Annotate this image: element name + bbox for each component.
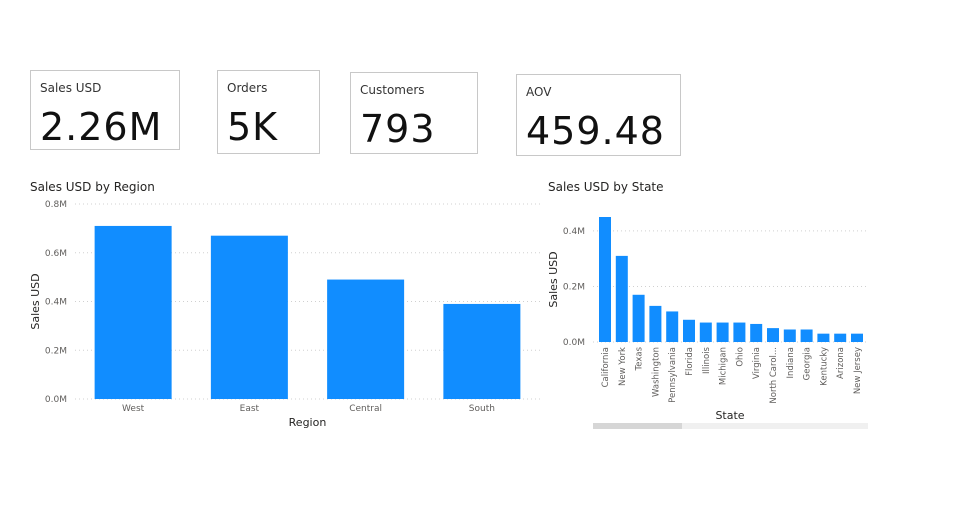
x-tick-label: New York: [618, 347, 628, 386]
bar: [94, 225, 172, 399]
kpi-value: 5K: [227, 105, 279, 149]
kpi-value: 2.26M: [40, 105, 163, 149]
y-axis-title: Sales USD: [547, 251, 560, 307]
y-tick-label: 0.0M: [45, 395, 67, 405]
y-tick-label: 0.4M: [45, 298, 67, 308]
x-tick-label: Virginia: [752, 347, 762, 379]
bar: [327, 279, 405, 399]
x-tick-label: Pennsylvania: [668, 347, 678, 403]
state-chart-title: Sales USD by State: [548, 180, 664, 194]
kpi-card-orders[interactable]: Orders 5K: [217, 70, 320, 154]
state-bar-chart[interactable]: 0.0M 0.2M 0.4M California New York Texas Washi…: [543, 195, 873, 440]
x-tick-label: North Carol...: [769, 347, 779, 404]
region-chart-title: Sales USD by Region: [30, 180, 155, 194]
y-tick-label: 0.6M: [45, 249, 67, 259]
x-tick-label: West: [122, 404, 145, 414]
kpi-card-sales[interactable]: Sales USD 2.26M: [30, 70, 180, 150]
bar: [716, 322, 729, 342]
bar: [750, 323, 763, 342]
y-axis-title: Sales USD: [29, 273, 42, 329]
bar: [800, 329, 813, 342]
x-tick-label: Florida: [685, 347, 695, 376]
bar: [443, 303, 521, 399]
x-axis-title: Region: [289, 416, 327, 429]
x-tick-label: Washington: [651, 347, 661, 397]
x-tick-label: New Jersey: [853, 347, 863, 394]
x-tick-label: Kentucky: [819, 347, 829, 386]
bar: [649, 305, 662, 342]
bar: [699, 322, 712, 342]
kpi-value: 459.48: [526, 109, 665, 153]
bar: [210, 235, 288, 399]
kpi-label: AOV: [526, 85, 552, 99]
bar: [632, 294, 645, 342]
x-tick-label: Arizona: [836, 347, 846, 379]
bar: [666, 311, 679, 342]
y-tick-label: 0.0M: [563, 338, 585, 348]
x-tick-label: Indiana: [786, 347, 796, 378]
bar: [783, 329, 796, 342]
scrollbar-thumb[interactable]: [593, 423, 682, 429]
bar: [733, 322, 746, 342]
x-tick-label: Texas: [635, 346, 645, 371]
kpi-value: 793: [360, 107, 436, 151]
y-tick-label: 0.2M: [45, 346, 67, 356]
x-tick-label: Illinois: [702, 346, 712, 374]
bar: [767, 328, 779, 342]
bar: [599, 217, 611, 342]
x-tick-label: South: [469, 404, 495, 414]
y-tick-label: 0.2M: [563, 282, 585, 292]
region-bar-chart[interactable]: 0.0M 0.2M 0.4M 0.6M 0.8M West East Central South…: [25, 195, 545, 455]
y-tick-label: 0.8M: [45, 200, 67, 210]
x-axis-title: State: [715, 409, 744, 422]
y-tick-label: 0.4M: [563, 227, 585, 237]
bar: [817, 333, 830, 342]
bar: [683, 319, 695, 342]
x-tick-label: Ohio: [735, 347, 745, 367]
kpi-label: Sales USD: [40, 81, 102, 95]
kpi-label: Customers: [360, 83, 425, 97]
x-tick-label: California: [601, 347, 611, 387]
kpi-card-aov[interactable]: AOV 459.48: [516, 74, 681, 156]
x-tick-label: Central: [349, 404, 382, 414]
kpi-card-customers[interactable]: Customers 793: [350, 72, 478, 154]
kpi-label: Orders: [227, 81, 268, 95]
bar: [851, 333, 863, 342]
bar: [615, 255, 628, 342]
x-tick-label: Michigan: [719, 347, 729, 385]
x-tick-label: Georgia: [803, 347, 813, 380]
bar: [834, 333, 847, 342]
x-tick-label: East: [240, 404, 260, 414]
